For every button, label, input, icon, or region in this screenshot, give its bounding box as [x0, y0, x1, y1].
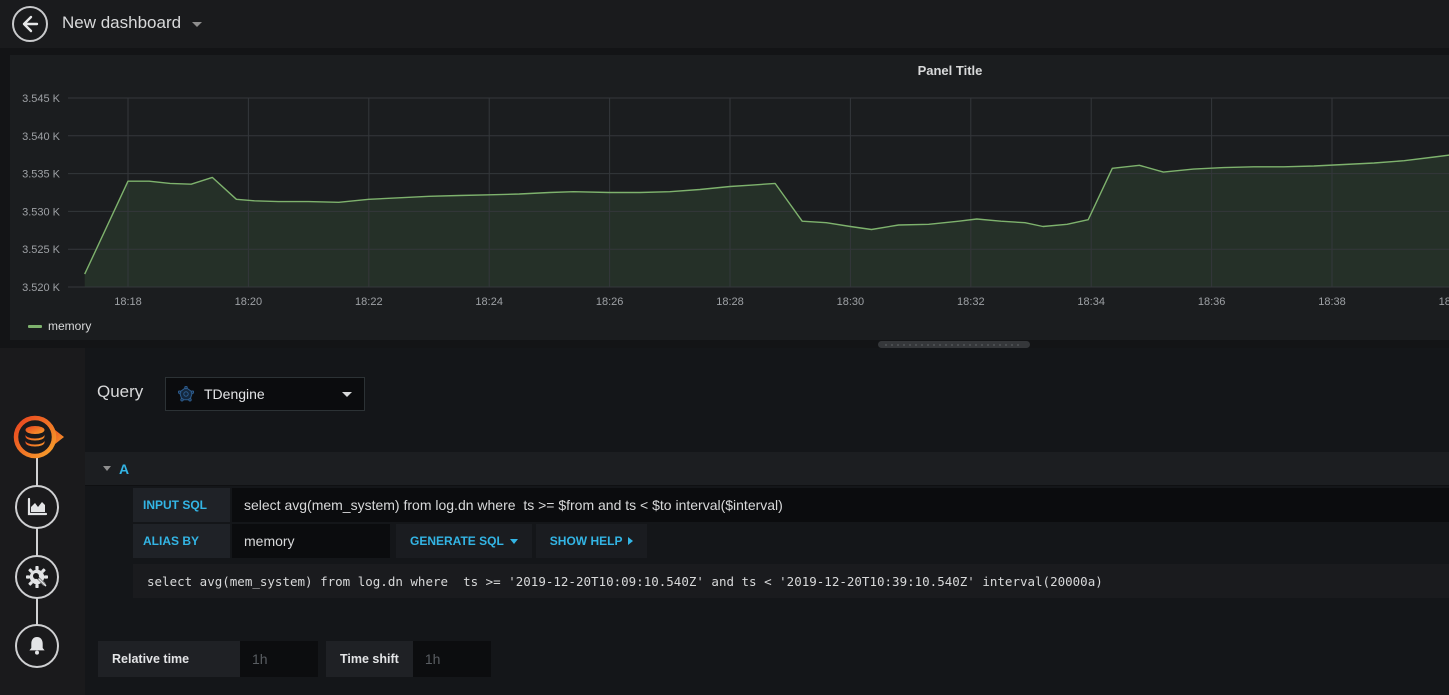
query-row-header[interactable]: A	[85, 452, 1449, 486]
query-ref-id: A	[119, 460, 130, 477]
generated-sql-preview: select avg(mem_system) from log.dn where…	[133, 564, 1449, 598]
tab-queries[interactable]	[10, 412, 66, 467]
svg-text:3.535 K: 3.535 K	[22, 169, 61, 181]
chevron-down-icon	[509, 538, 518, 544]
svg-text:18:20: 18:20	[235, 296, 263, 308]
tdengine-logo-icon	[178, 386, 194, 402]
svg-text:3.530 K: 3.530 K	[22, 206, 61, 218]
svg-text:18:30: 18:30	[837, 296, 865, 308]
legend: memory	[28, 319, 91, 333]
gear-wrench-icon	[26, 566, 48, 588]
alias-by-label: ALIAS BY	[133, 524, 230, 558]
alias-by-field[interactable]	[232, 524, 390, 558]
tab-visualization[interactable]	[15, 485, 59, 529]
input-sql-label: INPUT SQL	[133, 488, 230, 522]
relative-time-field[interactable]	[240, 641, 318, 677]
dashboard-title[interactable]: New dashboard	[62, 13, 181, 33]
memory-timeseries-chart[interactable]: 3.545 K 3.540 K 3.535 K 3.530 K 3.525 K 3.520…	[10, 55, 1449, 315]
svg-text:3.520 K: 3.520 K	[22, 282, 61, 294]
svg-text:3.525 K: 3.525 K	[22, 244, 61, 256]
chevron-right-icon	[628, 537, 634, 545]
panel-resize-handle[interactable]	[878, 341, 1030, 348]
alias-by-row: ALIAS BY GENERATE SQL SHOW HELP	[133, 524, 648, 558]
svg-text:3.545 K: 3.545 K	[22, 93, 61, 105]
relative-time-group: Relative time	[98, 641, 318, 677]
tab-alert[interactable]	[15, 624, 59, 668]
svg-text:18:18: 18:18	[114, 296, 142, 308]
generate-sql-label: GENERATE SQL	[410, 534, 504, 548]
svg-text:18:40: 18:40	[1439, 296, 1449, 308]
collapse-icon[interactable]	[103, 466, 111, 471]
chevron-down-icon	[342, 391, 352, 397]
svg-text:3.540 K: 3.540 K	[22, 131, 61, 143]
chart-icon	[27, 497, 48, 516]
datasource-picker[interactable]: TDengine	[165, 377, 365, 411]
input-sql-field[interactable]	[232, 488, 1449, 522]
tab-rail-connector	[36, 436, 38, 648]
query-section-label: Query	[97, 382, 144, 401]
tab-general[interactable]	[15, 555, 59, 599]
time-shift-label: Time shift	[326, 641, 413, 677]
generate-sql-button[interactable]: GENERATE SQL	[396, 524, 532, 558]
svg-text:18:36: 18:36	[1198, 296, 1226, 308]
svg-text:18:26: 18:26	[596, 296, 624, 308]
show-help-button[interactable]: SHOW HELP	[535, 524, 648, 558]
graph-panel: Panel Title 3.545 K 3.540 K 3.535 K 3.530 K…	[10, 55, 1449, 340]
time-shift-field[interactable]	[412, 641, 491, 677]
svg-text:18:32: 18:32	[957, 296, 985, 308]
svg-text:18:22: 18:22	[355, 296, 383, 308]
legend-swatch	[28, 324, 42, 328]
svg-text:18:38: 18:38	[1318, 296, 1346, 308]
svg-text:18:34: 18:34	[1077, 296, 1105, 308]
time-shift-group: Time shift	[326, 641, 491, 677]
legend-label[interactable]: memory	[48, 319, 91, 333]
relative-time-label: Relative time	[98, 641, 240, 677]
chevron-down-icon[interactable]	[192, 22, 202, 27]
database-icon	[13, 415, 64, 459]
svg-text:18:24: 18:24	[475, 296, 503, 308]
svg-text:18:28: 18:28	[716, 296, 744, 308]
datasource-name: TDengine	[204, 386, 265, 402]
time-options-row: Relative time Time shift	[98, 641, 499, 677]
bell-icon	[29, 637, 45, 655]
arrow-left-icon	[22, 15, 39, 33]
top-nav: New dashboard	[0, 0, 1449, 48]
input-sql-row: INPUT SQL	[133, 488, 1449, 522]
back-button[interactable]	[12, 6, 48, 42]
show-help-label: SHOW HELP	[549, 534, 623, 548]
